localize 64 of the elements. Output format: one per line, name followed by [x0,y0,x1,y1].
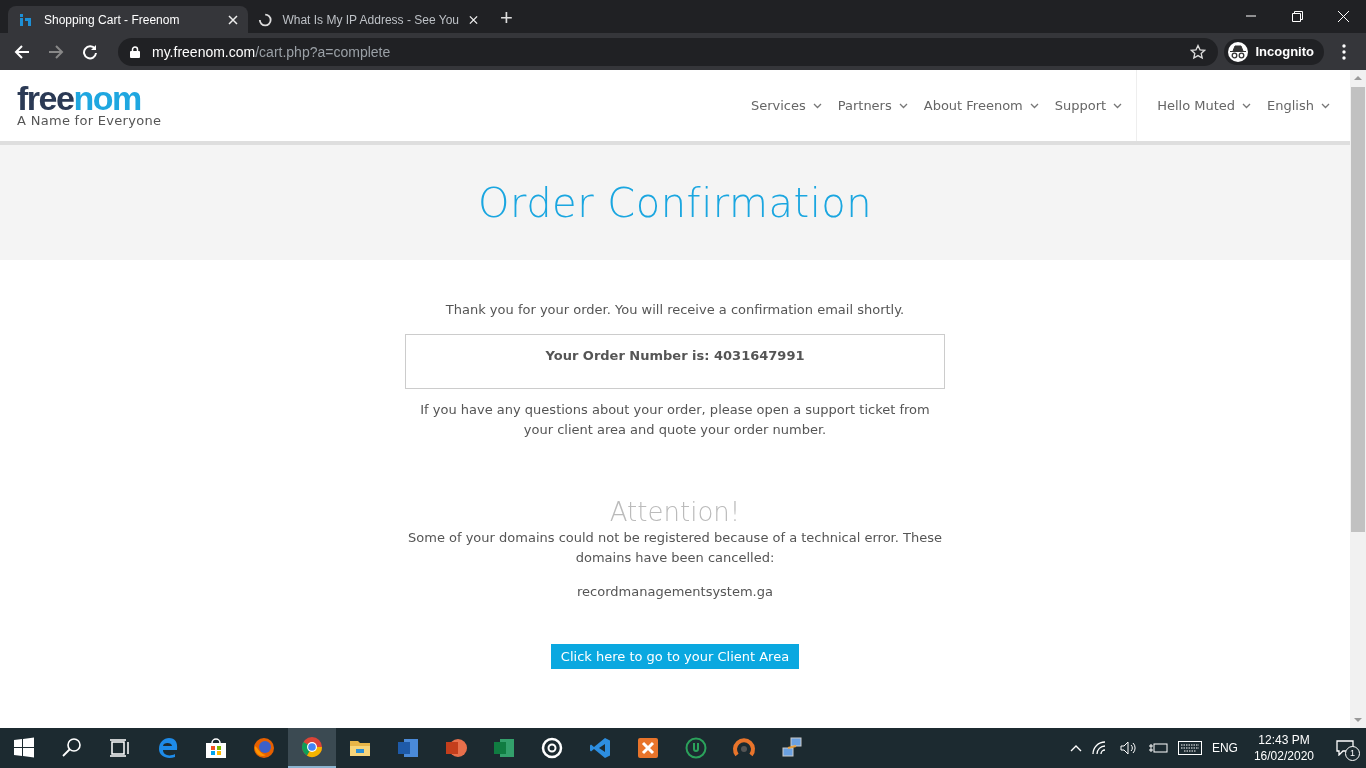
nav-menu-item[interactable]: Services [750,98,822,113]
restore-icon [1291,10,1303,22]
speaker-icon[interactable] [1119,741,1138,755]
chevron-up-icon[interactable] [1069,744,1082,752]
clock-time[interactable]: 12:43 PM [1258,732,1310,748]
more-menu-icon [1342,43,1346,60]
windows-logo-icon [12,736,36,760]
chevron-down-icon [812,102,822,109]
support-note: If you have any questions about your order, please open a support ticket from your client area and quote your order number. [419,401,931,439]
forward-arrow-icon [48,43,64,60]
notification-count: 1 [1345,746,1360,761]
close-icon[interactable] [228,14,238,25]
presentation-icon [444,736,468,760]
battery-charging-icon[interactable] [1147,742,1168,754]
edge-browser-icon [156,736,180,760]
nav-menu-item[interactable]: Hello Muted [1157,98,1252,113]
nav-menu-item[interactable]: About Freenom [923,98,1039,113]
shopping-bag-icon [204,736,228,760]
nav-menu-item[interactable]: English [1267,98,1330,113]
document-icon [396,736,420,760]
thank-you-text: Thank you for your order. You will receive a confirmation email shortly. [445,301,905,319]
new-tab-button[interactable]: + [488,5,525,31]
page-title: Order Confirmation [477,179,873,226]
lock-icon [130,45,140,58]
close-icon [1337,10,1349,22]
site-favicon-icon [18,11,34,28]
domain-name: recordmanagementsystem.ga [577,583,773,601]
star-icon[interactable] [1189,43,1206,60]
address-bar[interactable]: my.freenom.com/cart.php?a=complete [118,37,1218,66]
attention-heading: Attention! [609,502,741,522]
back-arrow-icon [14,43,30,60]
attention-message: Some of your domains could not be registered because of a technical error. These domains have been cancelled: [407,529,943,567]
chevron-down-icon [898,102,908,109]
order-number-box: Your Order Number is: 4031647991 [405,334,945,389]
logo-tagline: A Name for Everyone [17,113,162,128]
chevron-down-icon [1242,102,1252,109]
ring-icon [540,736,564,760]
spreadsheet-icon [492,736,516,760]
chevron-down-icon [1113,102,1123,109]
nav-menu-item[interactable]: Support [1054,98,1123,113]
clock-date[interactable]: 16/02/2020 [1253,748,1314,764]
message-icon [1336,740,1354,756]
task-view-icon [108,736,132,760]
nav-menu-item[interactable]: Partners [837,98,908,113]
notifications-button[interactable]: 1 [1330,733,1360,763]
network-computers-icon [780,736,804,760]
chevron-down-icon [1029,102,1039,109]
url-text: my.freenom.com/cart.php?a=complete [152,43,392,60]
keyboard-icon[interactable] [1177,741,1202,755]
incognito-button[interactable]: Incognito [1223,38,1324,65]
browser-tab[interactable]: Shopping Cart - Freenom [8,6,248,33]
chrome-browser-icon [300,735,324,759]
reload-icon [82,43,98,60]
close-icon[interactable] [469,14,478,25]
freenom-logo[interactable]: freenom [17,83,162,113]
circled-u-icon [684,736,708,760]
crossed-tile-icon [636,736,660,760]
code-editor-icon [588,736,612,760]
incognito-icon [1229,44,1246,59]
language-indicator[interactable]: ENG [1211,741,1238,755]
loading-spinner-icon [258,11,273,28]
chevron-down-icon [1321,102,1330,109]
fox-globe-icon [252,736,276,760]
browser-tab[interactable]: What Is My IP Address - See You [248,6,488,33]
